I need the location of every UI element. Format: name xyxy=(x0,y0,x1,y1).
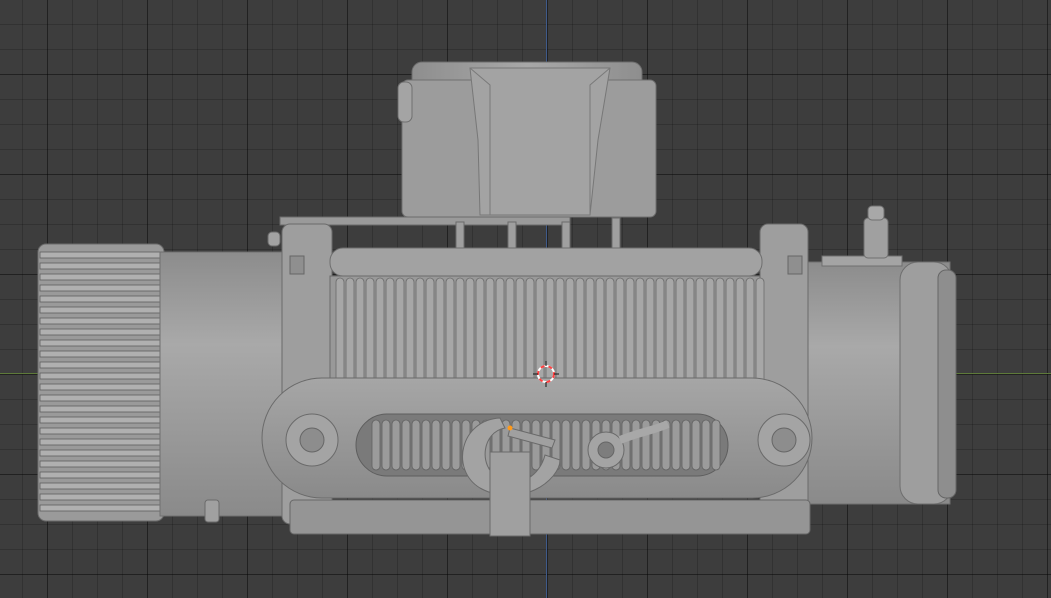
3d-viewport[interactable] xyxy=(0,0,1051,598)
motor-cylinder xyxy=(159,251,291,517)
control-box xyxy=(279,61,657,249)
winch-model[interactable] xyxy=(0,0,1051,598)
bolt xyxy=(204,499,220,523)
base-plate xyxy=(289,499,811,535)
gearbox-housing xyxy=(799,205,957,505)
motor-end-cap xyxy=(37,243,165,522)
3d-cursor-icon[interactable] xyxy=(533,361,559,387)
tie-bar xyxy=(329,247,763,277)
